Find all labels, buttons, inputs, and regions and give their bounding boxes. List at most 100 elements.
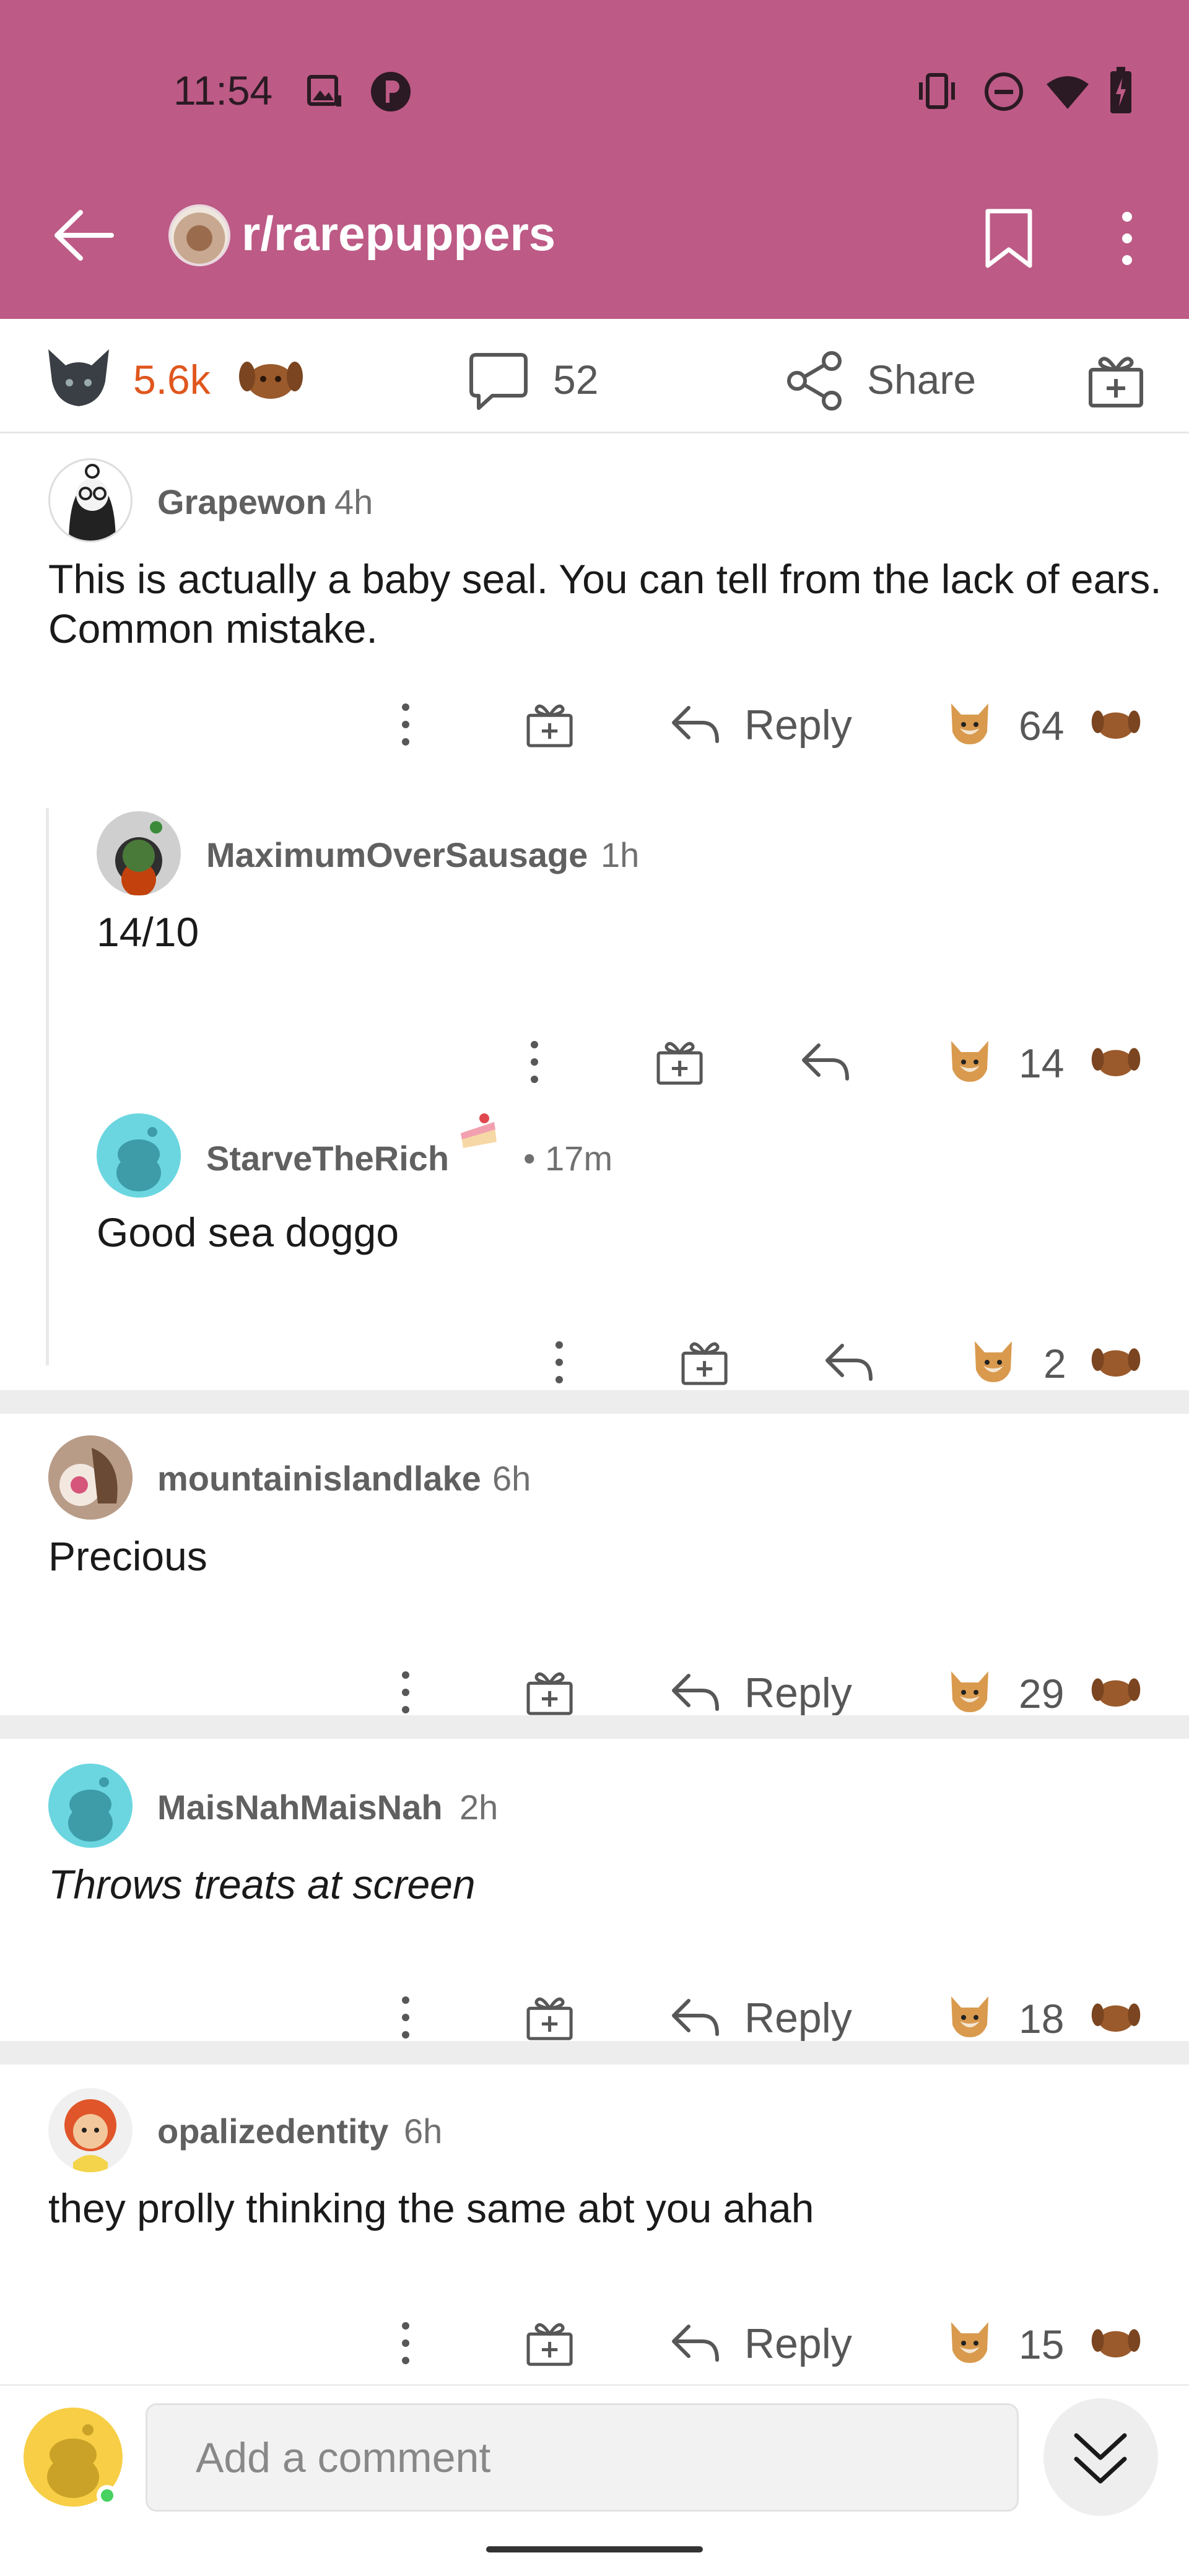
subreddit-avatar[interactable]: [168, 204, 230, 266]
online-status-indicator: [97, 2485, 118, 2506]
comment-icon[interactable]: [468, 350, 529, 412]
more-vertical-icon[interactable]: [396, 1668, 415, 1717]
comment-score: 14: [1019, 1040, 1065, 1086]
comment-actions: 2: [0, 1325, 1189, 1399]
reply-button[interactable]: Reply: [744, 1669, 852, 1717]
comment-author[interactable]: Grapewon: [157, 482, 327, 522]
reply-button[interactable]: Reply: [744, 1994, 852, 2042]
comment-body: they prolly thinking the same abt you ah…: [48, 2185, 814, 2231]
downvote-icon[interactable]: [1091, 2326, 1141, 2360]
downvote-icon[interactable]: [1091, 1045, 1141, 1079]
more-vertical-icon[interactable]: [525, 1037, 544, 1087]
comment-body: Throws treats at screen: [48, 1861, 476, 1907]
comment-score: 29: [1019, 1671, 1065, 1717]
bookmark-icon[interactable]: [982, 207, 1037, 269]
upvote-icon[interactable]: [947, 1669, 992, 1713]
reply-icon[interactable]: [824, 1341, 873, 1384]
gallery-notification-icon: [307, 75, 341, 107]
comment-separator: [0, 2041, 1189, 2065]
comment-separator: [0, 1390, 1189, 1414]
status-time: 11:54: [173, 67, 273, 113]
comment-starvetherich: StarveTheRich • 17m Good sea doggo 2: [0, 1096, 1189, 1386]
comment-count[interactable]: 52: [553, 356, 598, 403]
upvote-icon[interactable]: [45, 347, 113, 409]
comment-maximumoversausage: MaximumOverSausage 1h 14/10 14: [0, 793, 1189, 1090]
post-score: 5.6k: [133, 357, 211, 402]
reply-icon[interactable]: [800, 1040, 850, 1084]
comment-body: Precious: [48, 1533, 207, 1579]
upvote-icon[interactable]: [971, 1339, 1016, 1383]
comment-time: 2h: [459, 1788, 499, 1827]
comment-time: 6h: [492, 1459, 531, 1498]
avatar[interactable]: [97, 1113, 181, 1198]
reply-button[interactable]: Reply: [744, 701, 852, 749]
downvote-icon[interactable]: [1091, 707, 1141, 741]
do-not-disturb-icon: [985, 72, 1023, 111]
award-icon[interactable]: [525, 2318, 575, 2368]
upvote-icon[interactable]: [947, 1038, 992, 1083]
more-vertical-icon[interactable]: [396, 700, 415, 749]
upvote-icon[interactable]: [947, 1994, 992, 2039]
avatar[interactable]: [48, 1435, 133, 1520]
reply-icon[interactable]: [670, 1996, 720, 2039]
comment-opalizedentity: opalizedentity 6h they prolly thinking t…: [0, 2065, 1189, 2374]
avatar[interactable]: [48, 1764, 133, 1848]
comment-score: 18: [1019, 1996, 1065, 2042]
award-icon[interactable]: [680, 1338, 730, 1387]
more-vertical-icon[interactable]: [550, 1338, 568, 1387]
battery-icon: [1110, 67, 1131, 113]
downvote-icon[interactable]: [1091, 1345, 1141, 1379]
more-vertical-icon[interactable]: [396, 1993, 415, 2042]
avatar[interactable]: [48, 2088, 133, 2172]
comment-separator: [0, 1715, 1189, 1739]
reply-icon[interactable]: [670, 2321, 720, 2365]
comment-time: 4h: [334, 482, 373, 521]
comment-author[interactable]: mountainislandlake: [157, 1458, 481, 1499]
share-button[interactable]: Share: [867, 356, 976, 403]
avatar[interactable]: [97, 811, 181, 895]
reply-icon[interactable]: [670, 1671, 720, 1714]
back-arrow-icon[interactable]: [50, 207, 118, 263]
cake-day-icon: [461, 1113, 497, 1148]
downvote-icon[interactable]: [238, 358, 303, 401]
comment-author[interactable]: StarveTheRich: [206, 1138, 449, 1178]
reply-button[interactable]: Reply: [744, 2320, 852, 2368]
app-header: 11:54 r/rarepuppers: [0, 0, 1189, 319]
comment-author[interactable]: MaximumOverSausage: [206, 835, 588, 875]
comment-actions: 14: [0, 1025, 1189, 1099]
comment-time: 6h: [404, 2112, 443, 2151]
award-icon[interactable]: [525, 1668, 575, 1717]
comment-author[interactable]: MaisNahMaisNah: [157, 1787, 443, 1827]
avatar[interactable]: [48, 458, 133, 542]
award-icon[interactable]: [525, 1993, 575, 2042]
award-icon[interactable]: [655, 1037, 705, 1087]
double-chevron-down-icon: [1074, 2433, 1127, 2484]
post-action-bar: 5.6k 52 Share: [0, 319, 1189, 433]
comment-time: 1h: [601, 835, 640, 874]
downvote-icon[interactable]: [1091, 2000, 1141, 2034]
upvote-icon[interactable]: [947, 701, 992, 746]
comment-mountainislandlake: mountainislandlake 6h Precious Reply 29: [0, 1414, 1189, 1717]
collapse-comments-button[interactable]: [1043, 2398, 1158, 2516]
app-notification-icon: [371, 72, 411, 111]
comment-score: 15: [1019, 2321, 1065, 2367]
vibrate-icon: [919, 73, 955, 109]
wifi-icon: [1047, 76, 1089, 109]
award-icon[interactable]: [1087, 351, 1146, 410]
comment-body: 14/10: [97, 909, 199, 955]
more-vertical-icon[interactable]: [1115, 207, 1139, 269]
comment-score: 64: [1019, 703, 1065, 749]
reply-icon[interactable]: [670, 703, 720, 746]
award-icon[interactable]: [525, 700, 575, 749]
share-icon[interactable]: [783, 350, 845, 412]
subreddit-name[interactable]: r/rarepuppers: [242, 206, 555, 262]
more-vertical-icon[interactable]: [396, 2318, 415, 2368]
status-bar: 11:54: [0, 0, 1189, 180]
add-comment-input[interactable]: Add a comment: [146, 2403, 1019, 2512]
upvote-icon[interactable]: [947, 2320, 992, 2364]
comment-actions: Reply 64: [0, 687, 1189, 762]
comment-author[interactable]: opalizedentity: [157, 2111, 388, 2151]
downvote-icon[interactable]: [1091, 1675, 1141, 1709]
comment-grapewon: Grapewon 4h This is actually a baby seal…: [0, 433, 1189, 755]
home-indicator[interactable]: [486, 2546, 703, 2552]
